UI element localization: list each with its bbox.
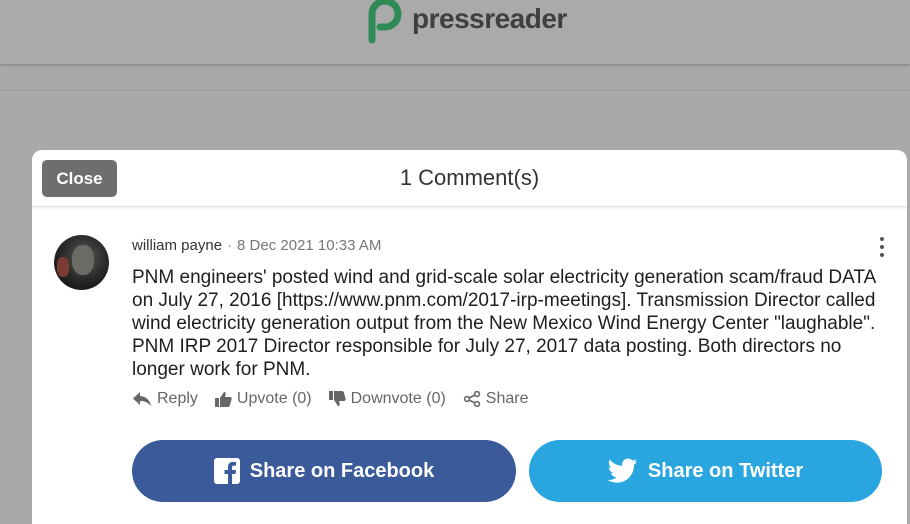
comment-date: 8 Dec 2021 10:33 AM (237, 237, 382, 254)
reply-button[interactable]: Reply (132, 390, 198, 408)
pressreader-logo-icon (368, 0, 402, 44)
downvote-button[interactable]: Downvote (0) (328, 390, 446, 408)
top-header: pressreader (0, 0, 910, 64)
comment-text: PNM engineers' posted wind and grid-scal… (132, 267, 876, 380)
upvote-count: (0) (292, 390, 312, 407)
pressreader-logo[interactable]: pressreader (368, 0, 567, 44)
share-icon (463, 391, 480, 407)
comment-actions: Reply Upvote (0) Downvote (0) Share (132, 390, 546, 408)
share-facebook-label: Share on Facebook (249, 459, 435, 482)
share-buttons: Share on Facebook Share on Twitter (132, 440, 882, 502)
share-button[interactable]: Share (463, 390, 529, 408)
upvote-label: Upvote (236, 390, 288, 407)
thumbs-up-icon (214, 392, 232, 407)
comment-meta: william payne · 8 Dec 2021 10:33 AM (132, 237, 381, 254)
kebab-menu-icon[interactable] (876, 235, 888, 259)
comment-author[interactable]: william payne (132, 237, 222, 254)
reply-icon (133, 392, 151, 406)
downvote-count: (0) (426, 390, 446, 407)
modal-header: Close 1 Comment(s) (32, 150, 907, 207)
facebook-icon (213, 458, 240, 484)
meta-separator: · (227, 237, 233, 254)
avatar[interactable] (54, 235, 109, 290)
divider (0, 90, 910, 91)
downvote-label: Downvote (350, 390, 422, 407)
brand-name: pressreader (412, 3, 567, 34)
thumbs-down-icon (328, 391, 346, 406)
reply-label: Reply (157, 390, 198, 407)
share-twitter-button[interactable]: Share on Twitter (529, 440, 882, 502)
share-twitter-label: Share on Twitter (647, 459, 804, 482)
twitter-icon (607, 458, 638, 483)
share-label: Share (485, 390, 529, 407)
upvote-button[interactable]: Upvote (0) (214, 390, 312, 408)
modal-title: 1 Comment(s) (399, 165, 540, 190)
comments-modal: Close 1 Comment(s) william payne · 8 Dec 2… (32, 150, 907, 524)
share-facebook-button[interactable]: Share on Facebook (132, 440, 516, 502)
